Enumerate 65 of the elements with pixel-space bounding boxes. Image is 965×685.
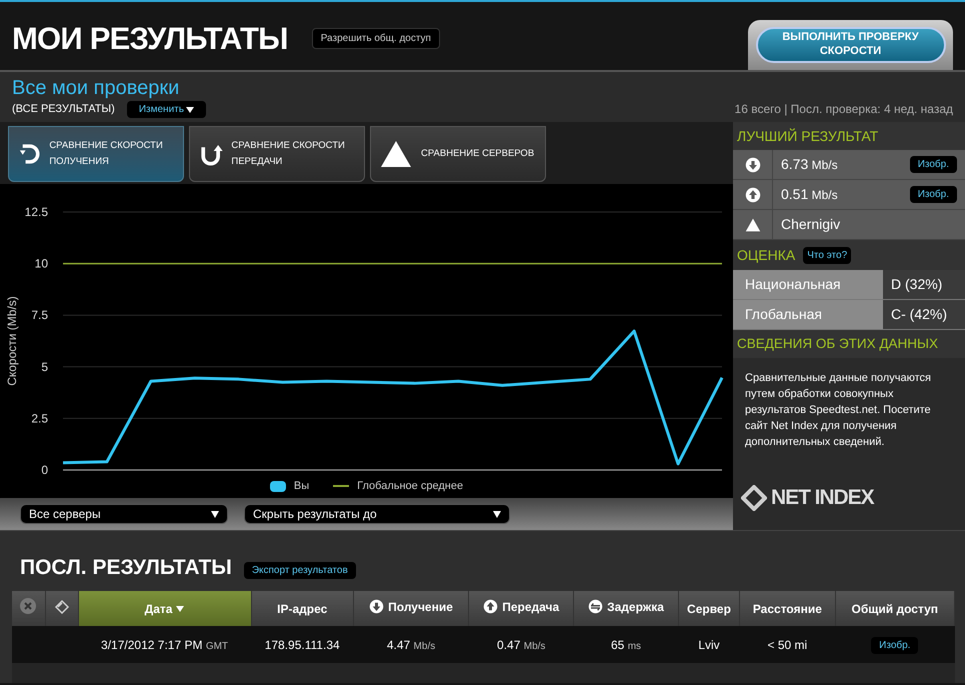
dropdown-caret-icon: [493, 510, 501, 518]
server-dropdown[interactable]: Все серверы: [20, 504, 228, 524]
hide-results-dropdown[interactable]: Скрыть результаты до: [244, 504, 510, 524]
column-header[interactable]: IP-адрес: [251, 591, 354, 626]
table-cell: 178.95.111.34: [251, 626, 354, 663]
table-cell: 3/17/2012 7:17 PM GMT: [78, 626, 252, 663]
y-tick-label: 5: [41, 360, 48, 374]
page-title: МОИ РЕЗУЛЬТАТЫ: [12, 20, 288, 58]
change-button[interactable]: Изменить: [126, 101, 206, 118]
legend-label: Глобальное среднее: [357, 478, 464, 494]
column-header[interactable]: Дата: [78, 591, 252, 626]
legend-line: [333, 485, 350, 487]
column-header[interactable]: Задержка: [574, 591, 678, 626]
y-tick-label: 2.5: [31, 411, 48, 426]
summary-text: 16 всего | Посл. проверка: 4 нед. назад: [734, 101, 953, 118]
column-header[interactable]: Расстояние: [740, 591, 836, 626]
table-cell: 65 ms: [574, 626, 678, 663]
image-button[interactable]: Изобр.: [910, 186, 957, 203]
section-heading: СВЕДЕНИЯ ОБ ЭТИХ ДАННЫХ: [733, 330, 965, 358]
grade-label: Глобальная: [733, 300, 883, 329]
y-tick-label: 7.5: [31, 308, 48, 322]
filter-label: (ВСЕ РЕЗУЛЬТАТЫ): [12, 102, 115, 118]
layers-icon: [54, 598, 70, 614]
legend-swatch: [270, 480, 286, 492]
section-heading: ЛУЧШИЙ РЕЗУЛЬТАТ: [733, 122, 965, 150]
about-text: Сравнительные данные получаются путем обработки совокупных результатов Speedtest.net. Посетите сайт Net Index для получения дополнительных сведений.: [744, 371, 932, 450]
table-cell: < 50 mi: [740, 626, 836, 663]
column-header[interactable]: Получение: [353, 591, 469, 626]
caret-icon: [186, 106, 194, 112]
y-tick-label: 0: [41, 463, 48, 474]
comparison-tab[interactable]: СРАВНЕНИЕ СКОРОСТИ ПЕРЕДАЧИ: [189, 126, 365, 182]
overview-title: Все мои проверки: [12, 76, 180, 101]
dropdown-caret-icon: [211, 510, 219, 518]
help-button[interactable]: Что это?: [803, 246, 852, 264]
table-cell: 0.47 Mb/s: [468, 626, 574, 663]
legend-label: Вы: [294, 478, 310, 494]
y-tick-label: 12.5: [24, 205, 48, 219]
best-value: 0.51 Mb/s: [781, 185, 838, 204]
recent-title: ПОСЛ. РЕЗУЛЬТАТЫ: [20, 554, 232, 580]
share-button[interactable]: Разрешить общ. доступ: [312, 28, 440, 50]
close-icon: [20, 598, 36, 614]
layers-column-header[interactable]: [45, 591, 78, 626]
image-button[interactable]: Изобр.: [910, 156, 957, 173]
y-axis-label: Скорости (Mb/s): [5, 296, 19, 386]
best-value: 6.73 Mb/s: [781, 155, 838, 174]
export-button[interactable]: Экспорт результатов: [244, 562, 356, 579]
table-cell: Lviv: [678, 626, 740, 663]
table-cell: 4.47 Mb/s: [353, 626, 469, 663]
triangle-icon: [744, 216, 760, 232]
best-value: Chernigiv: [781, 215, 840, 234]
diamond-logo-icon: [741, 484, 767, 511]
section-heading: ОЦЕНКА: [737, 246, 796, 265]
grade-label: Национальная: [733, 270, 883, 299]
grade-value: C- (42%): [883, 300, 965, 329]
y-tick-label: 10: [34, 256, 48, 271]
column-header[interactable]: Сервер: [678, 591, 740, 626]
comparison-tab[interactable]: СРАВНЕНИЕ СКОРОСТИ ПОЛУЧЕНИЯ: [8, 126, 184, 182]
comparison-tab[interactable]: СРАВНЕНИЕ СЕРВЕРОВ: [370, 126, 546, 182]
image-button[interactable]: Изобр.: [871, 637, 918, 654]
column-header[interactable]: Передача: [468, 591, 574, 626]
net-index-logo: NET INDEX: [771, 485, 874, 511]
sort-caret-icon: [176, 606, 184, 612]
column-header[interactable]: Общий доступ: [835, 591, 954, 626]
run-test-button[interactable]: ВЫПОЛНИТЬ ПРОВЕРКУ СКОРОСТИ: [756, 27, 946, 63]
grade-value: D (32%): [883, 270, 965, 299]
